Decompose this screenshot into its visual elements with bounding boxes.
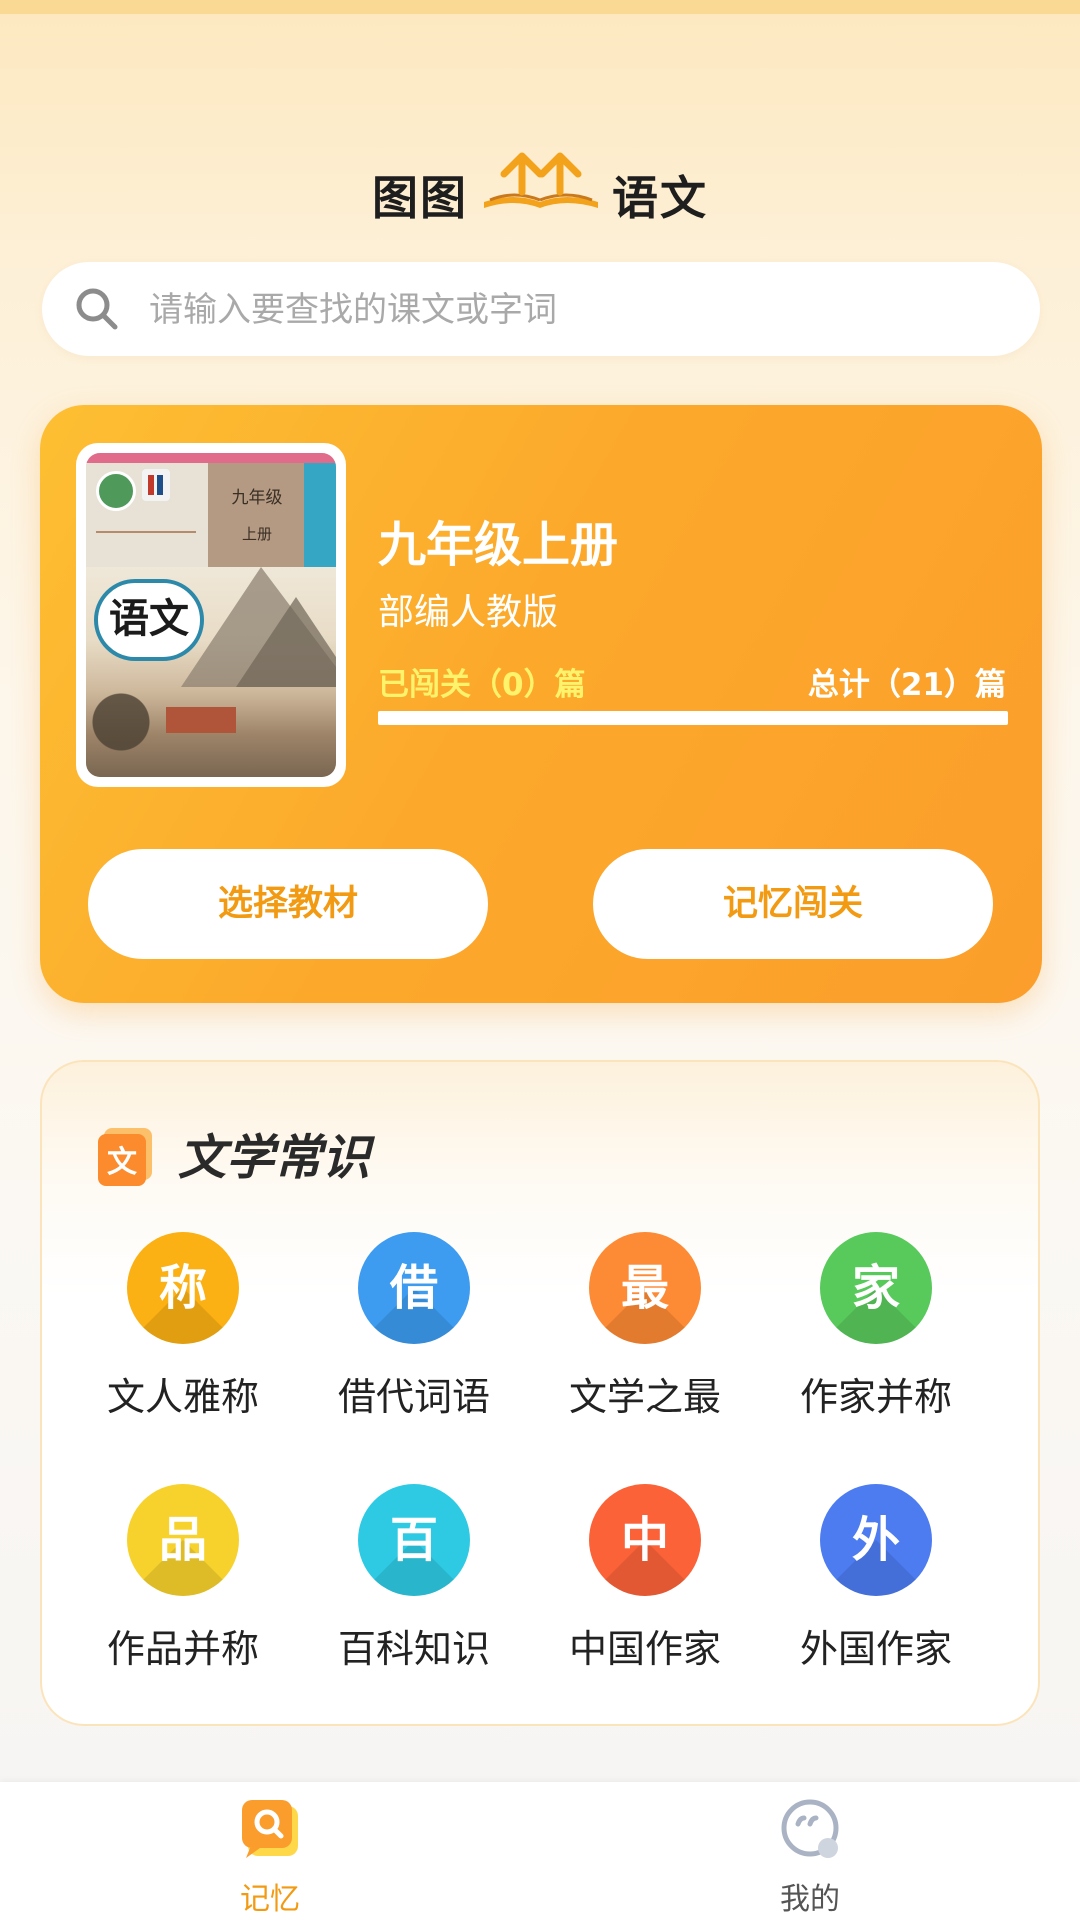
search-bar[interactable] xyxy=(42,262,1040,356)
knowledge-item-work-pairs[interactable]: 品 作品并称 xyxy=(67,1484,299,1673)
item-label: 作家并称 xyxy=(799,1375,952,1419)
cover-image: 九年级 上册 语文 xyxy=(86,453,336,777)
foreign-authors-icon: 外 xyxy=(820,1484,932,1596)
nav-tab-memory[interactable]: 记忆 xyxy=(200,1796,340,1918)
logo-text-right: 语文 xyxy=(612,171,708,225)
item-label: 外国作家 xyxy=(799,1627,952,1671)
bottom-nav: 记忆 我的 xyxy=(0,1782,1080,1920)
knowledge-item-foreign-authors[interactable]: 外 外国作家 xyxy=(760,1484,992,1673)
publisher-logo-icon xyxy=(96,471,136,511)
nav-label-mine: 我的 xyxy=(780,1882,840,1917)
search-icon xyxy=(76,288,118,330)
knowledge-item-metonymy[interactable]: 借 借代词语 xyxy=(298,1232,530,1421)
item-label: 借代词语 xyxy=(337,1375,490,1419)
textbook-card: 九年级 上册 语文 九年级上册 部编人教版 已闯关（0）篇 总计（21）篇 选择… xyxy=(40,405,1042,1003)
section-title: 文学常识 xyxy=(178,1130,371,1186)
app-logo: 图图 语文 xyxy=(0,150,1080,230)
nav-label-memory: 记忆 xyxy=(240,1882,300,1917)
item-label: 百科知识 xyxy=(337,1627,490,1671)
metonymy-icon: 借 xyxy=(358,1232,470,1344)
nav-tab-mine[interactable]: 我的 xyxy=(740,1796,880,1918)
author-pairs-icon: 家 xyxy=(820,1232,932,1344)
knowledge-item-chinese-authors[interactable]: 中 中国作家 xyxy=(529,1484,761,1673)
textbook-edition: 部编人教版 xyxy=(378,592,559,633)
item-label: 文学之最 xyxy=(568,1375,721,1419)
item-label: 中国作家 xyxy=(568,1627,721,1671)
profile-chat-icon xyxy=(781,1799,839,1858)
publisher-mark-icon xyxy=(142,469,170,501)
chinese-authors-icon: 中 xyxy=(589,1484,701,1596)
progress-bar xyxy=(378,711,1008,725)
logo-text-left: 图图 xyxy=(372,171,468,225)
memory-search-icon xyxy=(242,1800,298,1858)
textbook-cover[interactable]: 九年级 上册 语文 xyxy=(76,443,346,787)
select-textbook-button[interactable]: 选择教材 xyxy=(88,849,488,959)
literature-icon-char: 文 xyxy=(107,1145,137,1180)
cover-title: 语文 xyxy=(94,579,204,661)
cover-grade: 九年级 xyxy=(231,488,283,508)
scholar-names-icon: 称 xyxy=(127,1232,239,1344)
item-label: 作品并称 xyxy=(106,1627,259,1671)
knowledge-item-encyclopedia[interactable]: 百 百科知识 xyxy=(298,1484,530,1673)
total-count: 总计（21）篇 xyxy=(807,667,1006,703)
search-input[interactable] xyxy=(147,280,1001,340)
knowledge-item-scholar-names[interactable]: 称 文人雅称 xyxy=(67,1232,299,1421)
status-band xyxy=(0,0,1080,14)
literature-icon: 文 xyxy=(98,1128,152,1186)
work-pairs-icon: 品 xyxy=(127,1484,239,1596)
literary-knowledge-card: 文 文学常识 称 文人雅称 借 借代词语 最 文学之最 家 作家并称 品 作品并… xyxy=(40,1060,1040,1726)
knowledge-item-literary-superlatives[interactable]: 最 文学之最 xyxy=(529,1232,761,1421)
item-label: 文人雅称 xyxy=(106,1375,259,1419)
textbook-title: 九年级上册 xyxy=(378,517,619,573)
knowledge-item-author-pairs[interactable]: 家 作家并称 xyxy=(760,1232,992,1421)
memory-challenge-button[interactable]: 记忆闯关 xyxy=(593,849,993,959)
book-logo-icon xyxy=(484,152,598,208)
completed-count: 已闯关（0）篇 xyxy=(378,667,586,703)
cover-volume: 上册 xyxy=(241,525,272,543)
superlatives-icon: 最 xyxy=(589,1232,701,1344)
encyclopedia-icon: 百 xyxy=(358,1484,470,1596)
